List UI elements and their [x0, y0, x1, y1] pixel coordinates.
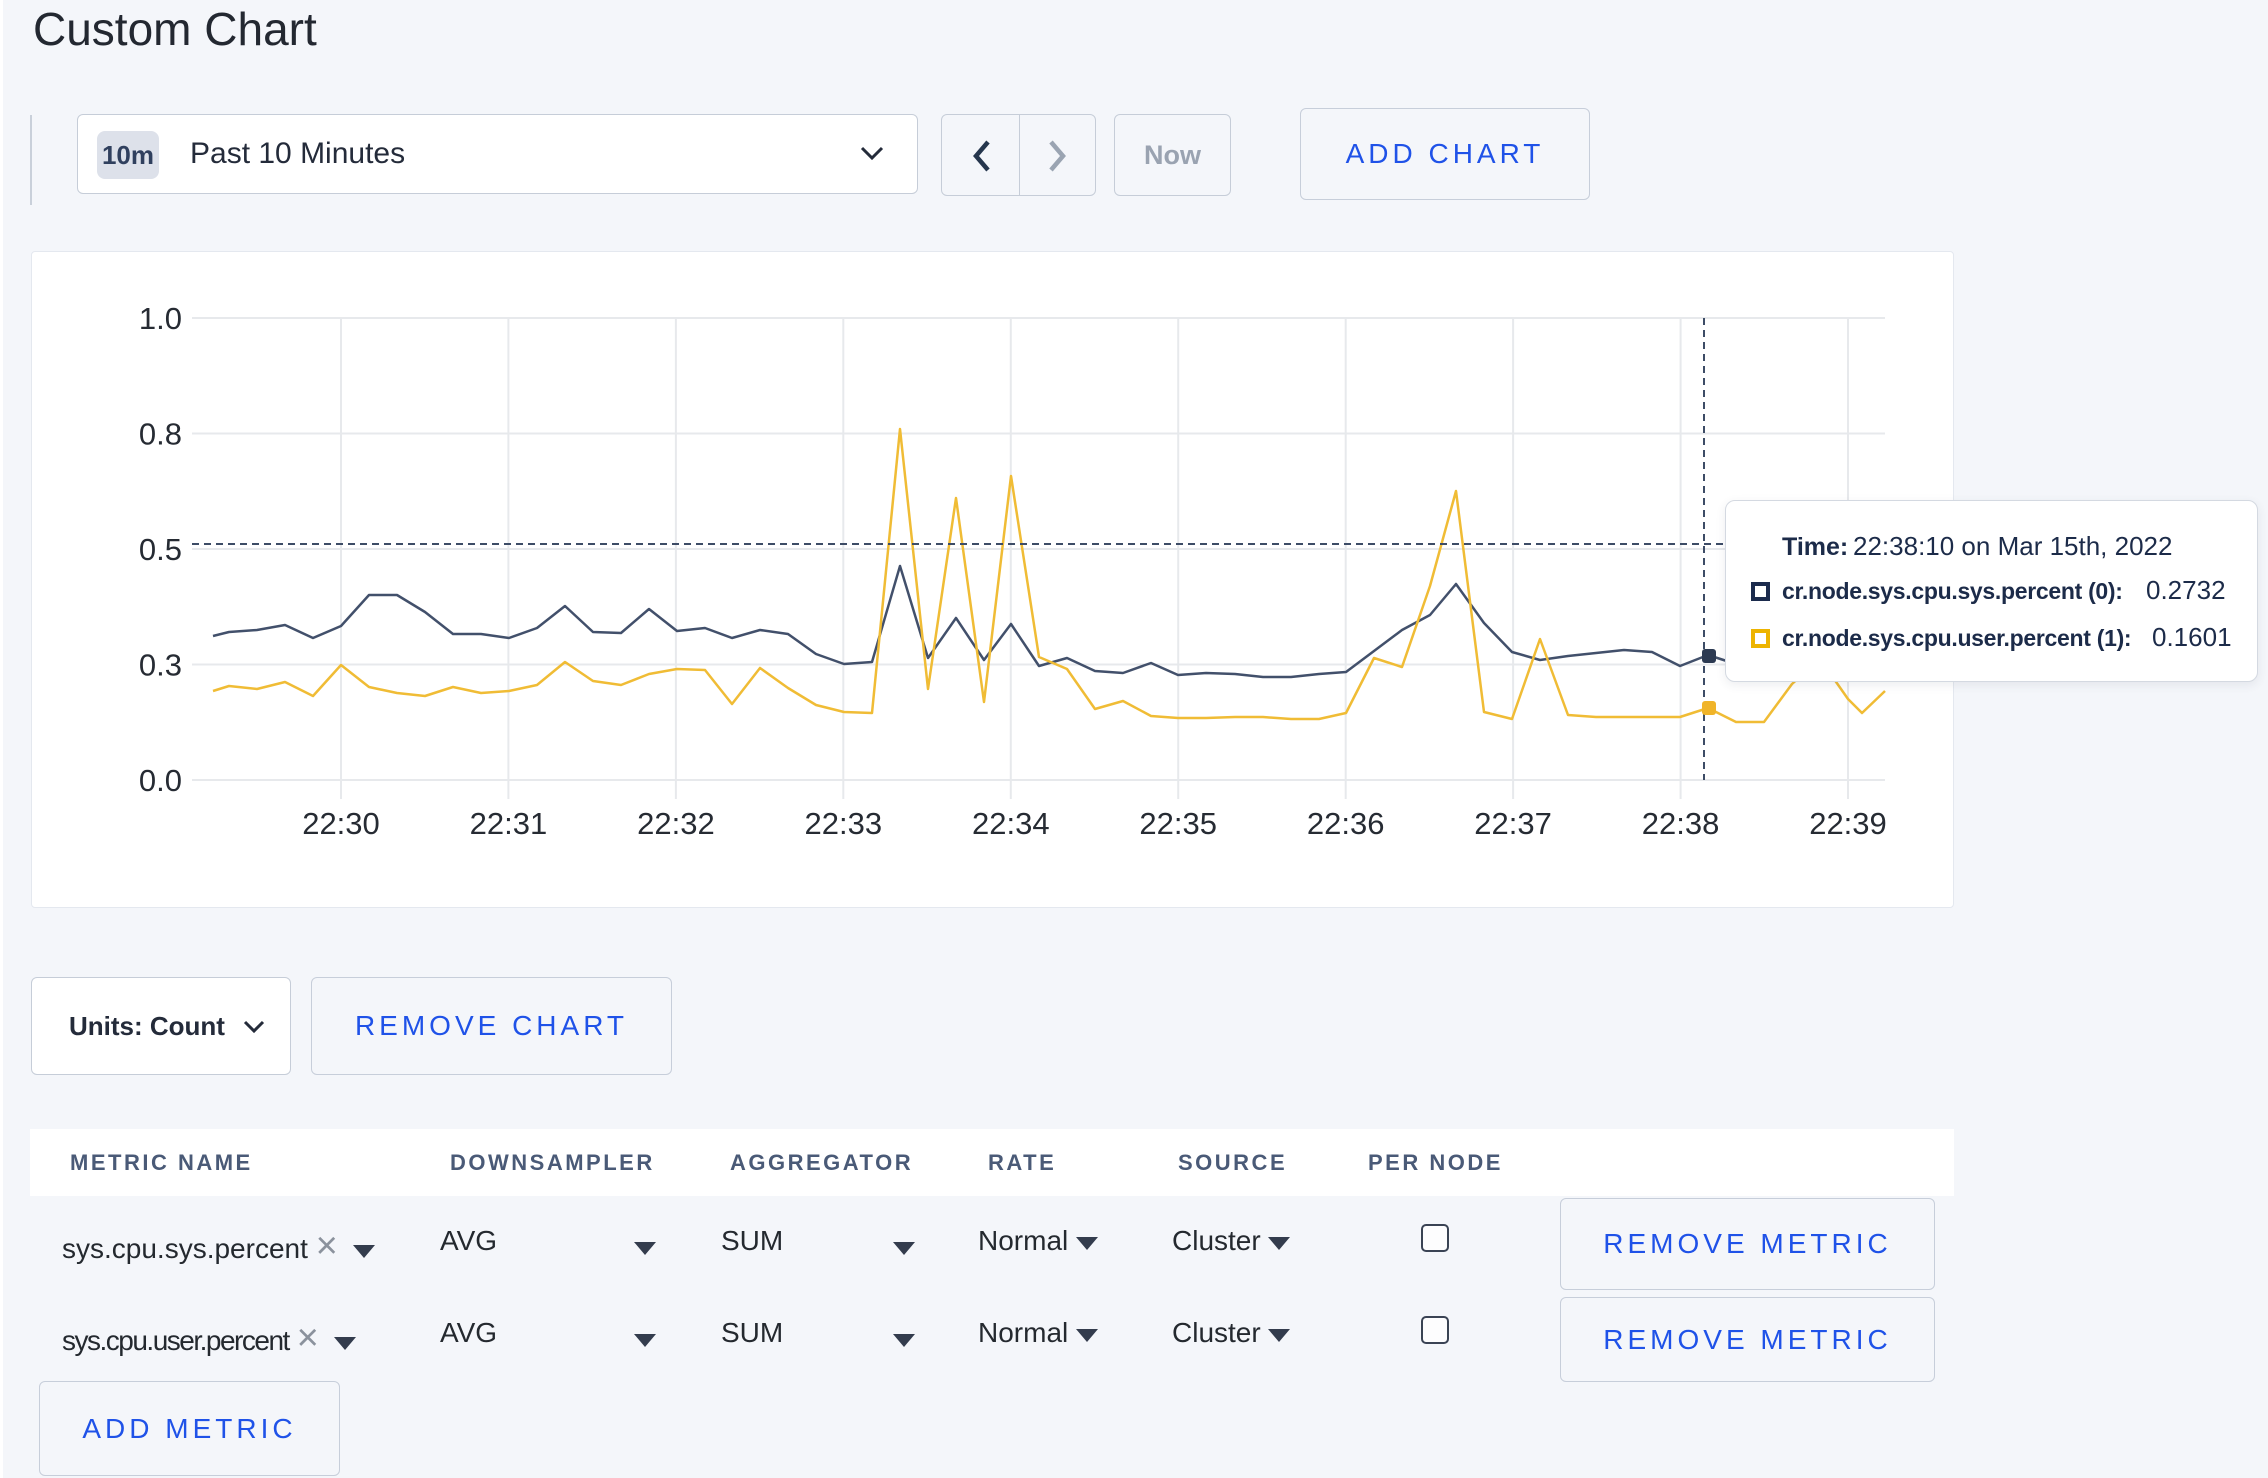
svg-text:1.0: 1.0: [139, 301, 182, 336]
svg-text:22:33: 22:33: [805, 806, 883, 841]
svg-text:22:34: 22:34: [972, 806, 1050, 841]
svg-text:22:39: 22:39: [1809, 806, 1887, 841]
svg-text:0.5: 0.5: [139, 532, 182, 567]
svg-text:22:32: 22:32: [637, 806, 715, 841]
svg-text:22:37: 22:37: [1474, 806, 1552, 841]
svg-text:22:31: 22:31: [470, 806, 548, 841]
svg-text:0.0: 0.0: [139, 763, 182, 798]
svg-text:22:30: 22:30: [302, 806, 380, 841]
svg-text:0.3: 0.3: [139, 648, 182, 683]
svg-text:22:38: 22:38: [1642, 806, 1720, 841]
svg-text:22:36: 22:36: [1307, 806, 1385, 841]
svg-text:22:35: 22:35: [1139, 806, 1217, 841]
svg-text:0.8: 0.8: [139, 417, 182, 452]
